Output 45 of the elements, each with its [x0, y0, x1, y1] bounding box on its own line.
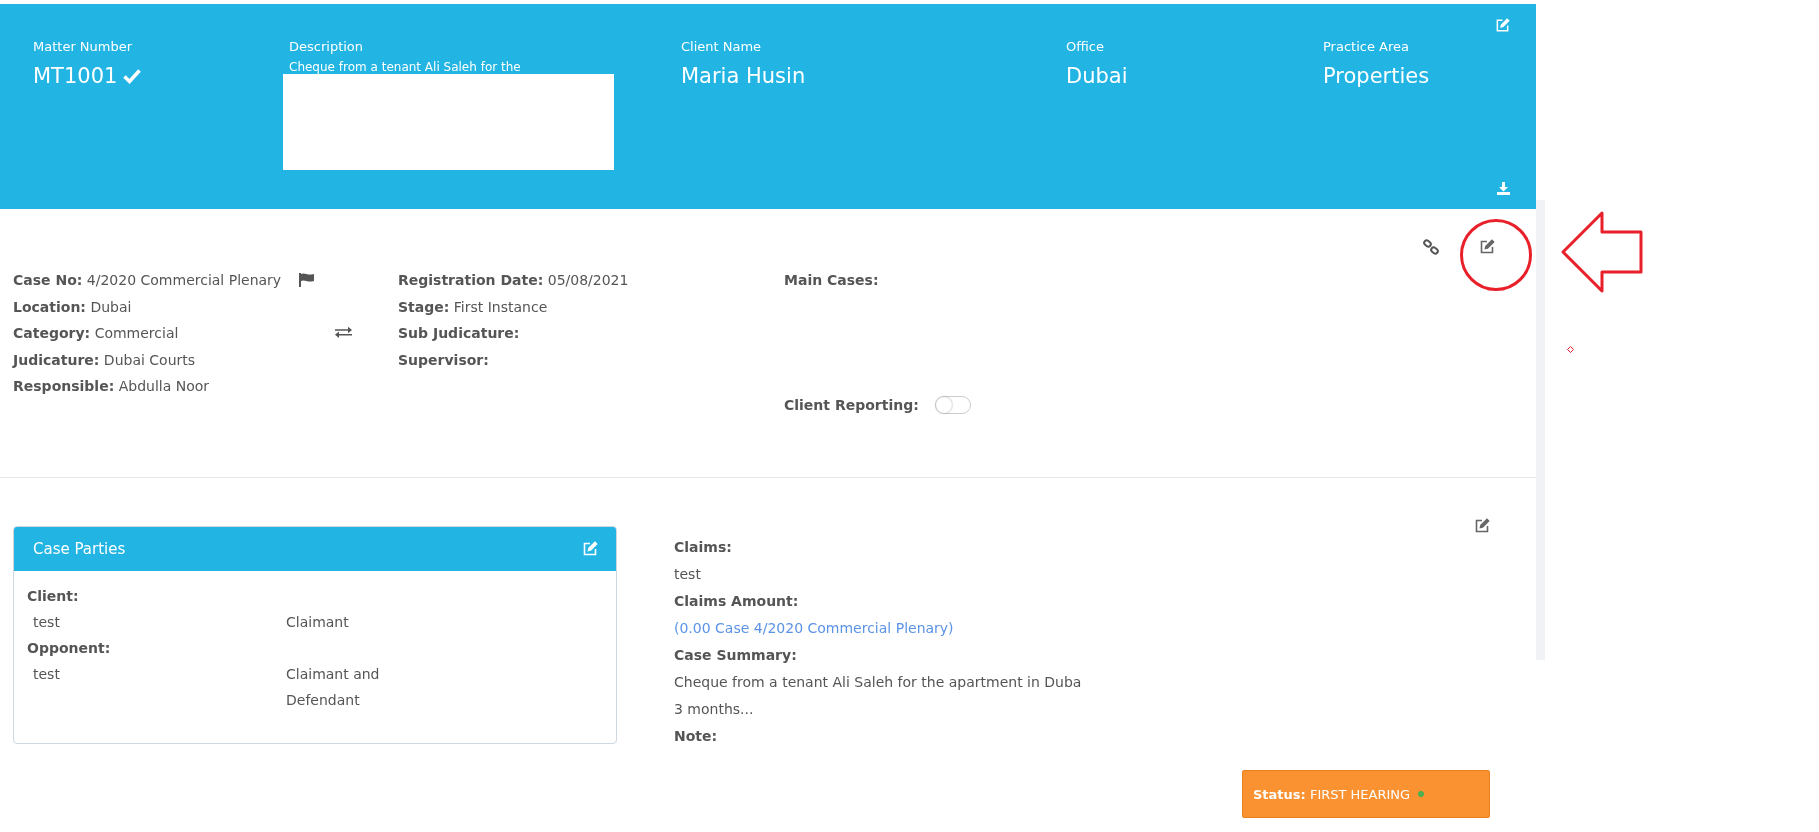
claim-text: Cheque from a tenant Ali Saleh for the apartment in Duba	[674, 674, 1082, 690]
party-label: Opponent:	[27, 639, 111, 658]
detail-text: Sub Judicature:	[398, 324, 520, 343]
detail-text: Case No: 4/2020 Commercial Plenary	[13, 271, 282, 290]
swap-icon[interactable]	[335, 326, 352, 341]
description-text: Cheque from a tenant Ali Saleh for the	[289, 60, 521, 74]
party-name: test	[33, 666, 60, 682]
field-value: MT1001	[33, 64, 118, 88]
claim-label: Claims Amount:	[674, 593, 799, 609]
edit-icon[interactable]	[1479, 239, 1495, 255]
status-dot	[1418, 791, 1425, 797]
detail-text: Supervisor:	[398, 350, 489, 370]
party-name: test	[33, 614, 60, 630]
field-label: Practice Area	[1323, 39, 1410, 54]
claims-amount-link[interactable]: (0.00 Case 4/2020 Commercial Plenary)	[674, 620, 954, 636]
claim-label: Case Summary:	[674, 647, 797, 663]
field-value: Dubai	[1066, 64, 1128, 88]
card-title: Case Parties	[33, 540, 126, 558]
field-label: Description	[289, 39, 365, 54]
detail-text: Location: Dubai	[13, 297, 132, 317]
detail-text: Responsible: Abdulla Noor	[13, 377, 210, 396]
client-reporting-label: Client Reporting:	[784, 395, 919, 415]
annotation-mark	[1567, 346, 1574, 353]
link-icon[interactable]	[1423, 239, 1439, 255]
detail-text: Registration Date: 05/08/2021	[398, 271, 629, 290]
edit-icon[interactable]	[1474, 518, 1490, 534]
field-value: Maria Husin	[681, 64, 806, 88]
party-role: Claimant and Defendant	[286, 665, 381, 710]
claim-label: Note:	[674, 728, 718, 744]
detail-text: Category: Commercial	[13, 324, 179, 343]
claim-text: 3 months...	[674, 701, 754, 717]
field-label: Matter Number	[33, 39, 134, 54]
status-text: Status: FIRST HEARING	[1253, 786, 1411, 802]
main-cases-label: Main Cases:	[784, 271, 879, 290]
field-value: Properties	[1323, 64, 1430, 88]
detail-text: Judicature: Dubai Courts	[13, 350, 196, 370]
claim-label: Claims:	[674, 539, 732, 555]
field-label: Office	[1066, 39, 1105, 54]
detail-text: Stage: First Instance	[398, 297, 548, 317]
party-label: Client:	[27, 587, 79, 606]
annotation-circle	[1460, 219, 1532, 291]
party-role: Claimant	[286, 613, 350, 632]
client-reporting-switch[interactable]	[934, 395, 971, 414]
field-label: Client Name	[681, 39, 763, 54]
claim-text: test	[674, 566, 701, 582]
